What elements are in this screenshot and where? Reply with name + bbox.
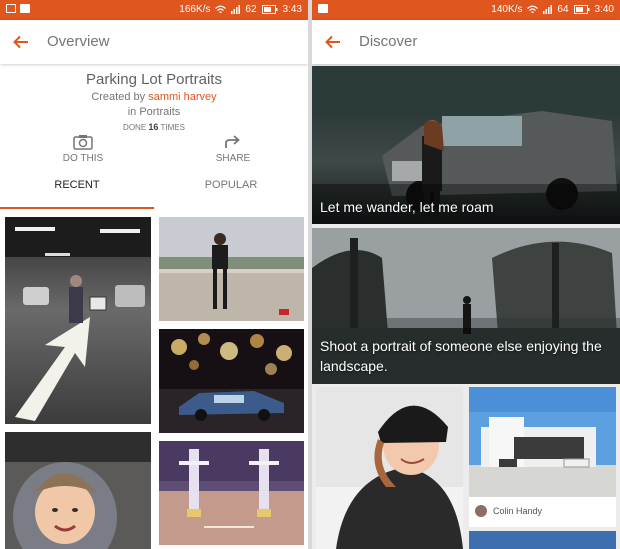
tab-recent[interactable]: RECENT (0, 179, 154, 209)
photo-image (159, 329, 304, 433)
page-title: Discover (359, 33, 418, 50)
signal-icon (543, 5, 553, 14)
avatar (475, 505, 487, 517)
clock: 3:40 (594, 4, 614, 15)
share-label: SHARE (215, 153, 251, 164)
author-name: Colin Handy (493, 506, 543, 516)
photo-attribution[interactable]: Colin Handy (475, 505, 542, 517)
back-arrow-icon[interactable] (324, 33, 342, 51)
battery-level: 62 (245, 4, 257, 15)
page-title: Overview (47, 33, 110, 50)
photo-woman-wall[interactable] (159, 217, 304, 321)
camera-icon (73, 135, 93, 150)
wifi-icon (215, 5, 227, 13)
done-label: DONE (123, 123, 149, 132)
network-speed: 166K/s (179, 4, 211, 15)
signal-icon (231, 5, 241, 14)
back-arrow-icon[interactable] (12, 33, 30, 51)
discover-card-wander[interactable]: Let me wander, let me roam (312, 66, 620, 224)
photo-empty-lot[interactable] (159, 441, 304, 545)
network-speed: 140K/s (491, 4, 523, 15)
category: in Portraits (127, 106, 181, 118)
discover-screen: 140K/s 64 3:40 Discover Let me wander, l… (312, 0, 620, 549)
battery-icon (573, 5, 590, 14)
do-this-label: DO THIS (62, 153, 104, 164)
app-bar: Discover (312, 20, 620, 64)
share-arrow-icon (225, 135, 240, 148)
discover-photo-next[interactable] (469, 531, 616, 549)
done-suffix: TIMES (158, 123, 185, 132)
card-caption: Shoot a portrait of someone else enjoyin… (320, 338, 602, 374)
done-count: DONE 16 TIMES (0, 122, 308, 132)
photo-image (159, 441, 304, 545)
notification-icon (6, 4, 16, 13)
photo-baby[interactable] (5, 432, 151, 549)
status-bar: 140K/s 64 3:40 (312, 0, 620, 20)
status-bar: 166K/s 62 3:43 (0, 0, 308, 20)
photo-image (469, 387, 616, 497)
done-number: 16 (148, 122, 159, 132)
battery-level: 64 (557, 4, 569, 15)
do-this-button[interactable]: DO THIS (38, 134, 128, 164)
photo-image (5, 432, 151, 549)
project-title: Parking Lot Portraits (86, 71, 222, 88)
created-by-label: Created by (91, 91, 149, 103)
overview-screen: 166K/s 62 3:43 Overview Parking Lot Port… (0, 0, 308, 549)
photo-image (316, 387, 463, 549)
battery-icon (261, 5, 278, 14)
photo-parking-garage[interactable] (5, 217, 151, 424)
wifi-icon (527, 5, 539, 13)
photo-image (159, 217, 304, 321)
image-notification-icon (20, 4, 30, 13)
created-by: Created by sammi harvey (0, 91, 308, 103)
discover-card-landscape[interactable]: Shoot a portrait of someone else enjoyin… (312, 228, 620, 384)
photo-toy-car[interactable] (159, 329, 304, 433)
clock: 3:43 (282, 4, 302, 15)
app-bar: Overview (0, 20, 308, 64)
discover-photo-building[interactable]: Colin Handy (469, 387, 616, 527)
project-info: Parking Lot Portraits Created by sammi h… (0, 64, 308, 214)
author-link[interactable]: sammi harvey (148, 91, 216, 103)
image-notification-icon (318, 4, 328, 13)
discover-photo-beanie[interactable] (316, 387, 463, 549)
card-caption: Let me wander, let me roam (320, 199, 494, 215)
photo-image (5, 217, 151, 424)
tab-popular[interactable]: POPULAR (154, 179, 308, 209)
share-button[interactable]: SHARE (188, 134, 278, 164)
